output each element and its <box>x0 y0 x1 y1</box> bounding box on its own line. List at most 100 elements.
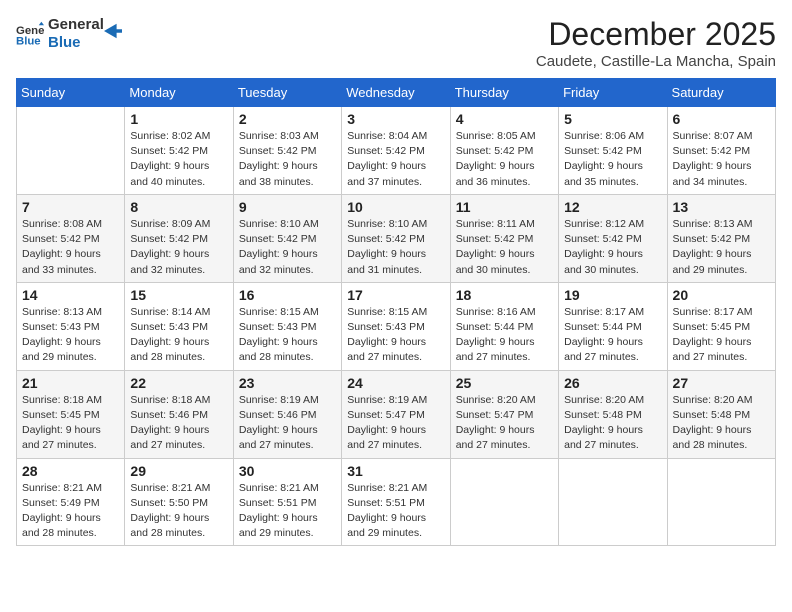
calendar-week-row: 28Sunrise: 8:21 AM Sunset: 5:49 PM Dayli… <box>17 458 776 546</box>
calendar-cell: 31 Sunrise: 8:21 AM Sunset: 5:51 PM Dayli… <box>342 458 450 546</box>
calendar-cell: 3Sunrise: 8:04 AM Sunset: 5:42 PM Daylig… <box>342 107 450 195</box>
calendar-cell: 10Sunrise: 8:10 AM Sunset: 5:42 PM Dayli… <box>342 194 450 282</box>
day-number: 30 <box>239 463 336 479</box>
calendar-cell: 17Sunrise: 8:15 AM Sunset: 5:43 PM Dayli… <box>342 282 450 370</box>
calendar-cell: 7 Sunrise: 8:08 AM Sunset: 5:42 PM Daylig… <box>17 194 125 282</box>
day-info: Sunrise: 8:03 AM Sunset: 5:42 PM Dayligh… <box>239 129 336 190</box>
day-info: Sunrise: 8:06 AM Sunset: 5:42 PM Dayligh… <box>564 129 661 190</box>
day-number: 24 <box>347 375 444 391</box>
location-title: Caudete, Castille-La Mancha, Spain <box>536 53 776 70</box>
day-number: 25 <box>456 375 553 391</box>
day-number: 29 <box>130 463 227 479</box>
title-area: December 2025 Caudete, Castille-La Manch… <box>536 16 776 70</box>
col-header-sunday: Sunday <box>17 79 125 107</box>
day-info: Sunrise: 8:21 AM Sunset: 5:51 PM Dayligh… <box>239 481 336 542</box>
day-number: 22 <box>130 375 227 391</box>
calendar-cell: 15 Sunrise: 8:14 AM Sunset: 5:43 PM Dayli… <box>125 282 233 370</box>
col-header-thursday: Thursday <box>450 79 558 107</box>
calendar-cell: 6Sunrise: 8:07 AM Sunset: 5:42 PM Daylig… <box>667 107 775 195</box>
calendar-cell: 19 Sunrise: 8:17 AM Sunset: 5:44 PM Dayli… <box>559 282 667 370</box>
calendar-cell: 4 Sunrise: 8:05 AM Sunset: 5:42 PM Daylig… <box>450 107 558 195</box>
day-number: 9 <box>239 199 336 215</box>
day-info: Sunrise: 8:19 AM Sunset: 5:47 PM Dayligh… <box>347 393 444 454</box>
calendar-cell: 5Sunrise: 8:06 AM Sunset: 5:42 PM Daylig… <box>559 107 667 195</box>
calendar-week-row: 21 Sunrise: 8:18 AM Sunset: 5:45 PM Dayli… <box>17 370 776 458</box>
day-number: 16 <box>239 287 336 303</box>
calendar-cell: 8 Sunrise: 8:09 AM Sunset: 5:42 PM Daylig… <box>125 194 233 282</box>
day-number: 4 <box>456 111 553 127</box>
calendar-cell: 13Sunrise: 8:13 AM Sunset: 5:42 PM Dayli… <box>667 194 775 282</box>
calendar-cell: 25Sunrise: 8:20 AM Sunset: 5:47 PM Dayli… <box>450 370 558 458</box>
day-number: 15 <box>130 287 227 303</box>
day-info: Sunrise: 8:08 AM Sunset: 5:42 PM Dayligh… <box>22 217 119 278</box>
day-number: 8 <box>130 199 227 215</box>
day-info: Sunrise: 8:20 AM Sunset: 5:48 PM Dayligh… <box>673 393 770 454</box>
calendar-cell: 18 Sunrise: 8:16 AM Sunset: 5:44 PM Dayli… <box>450 282 558 370</box>
calendar-cell: 11Sunrise: 8:11 AM Sunset: 5:42 PM Dayli… <box>450 194 558 282</box>
day-number: 18 <box>456 287 553 303</box>
day-number: 7 <box>22 199 119 215</box>
day-info: Sunrise: 8:20 AM Sunset: 5:48 PM Dayligh… <box>564 393 661 454</box>
calendar-cell: 23Sunrise: 8:19 AM Sunset: 5:46 PM Dayli… <box>233 370 341 458</box>
day-info: Sunrise: 8:02 AM Sunset: 5:42 PM Dayligh… <box>130 129 227 190</box>
calendar-cell: 16 Sunrise: 8:15 AM Sunset: 5:43 PM Dayli… <box>233 282 341 370</box>
logo-arrow-icon <box>104 22 122 40</box>
day-info: Sunrise: 8:05 AM Sunset: 5:42 PM Dayligh… <box>456 129 553 190</box>
svg-text:Blue: Blue <box>16 36 41 48</box>
day-number: 17 <box>347 287 444 303</box>
calendar-table: SundayMondayTuesdayWednesdayThursdayFrid… <box>16 78 776 546</box>
calendar-cell: 22 Sunrise: 8:18 AM Sunset: 5:46 PM Dayli… <box>125 370 233 458</box>
calendar-cell: 20Sunrise: 8:17 AM Sunset: 5:45 PM Dayli… <box>667 282 775 370</box>
day-info: Sunrise: 8:21 AM Sunset: 5:50 PM Dayligh… <box>130 481 227 542</box>
day-info: Sunrise: 8:16 AM Sunset: 5:44 PM Dayligh… <box>456 305 553 366</box>
day-number: 26 <box>564 375 661 391</box>
calendar-week-row: 1 Sunrise: 8:02 AM Sunset: 5:42 PM Daylig… <box>17 107 776 195</box>
calendar-week-row: 14 Sunrise: 8:13 AM Sunset: 5:43 PM Dayli… <box>17 282 776 370</box>
col-header-saturday: Saturday <box>667 79 775 107</box>
day-number: 31 <box>347 463 444 479</box>
day-number: 21 <box>22 375 119 391</box>
calendar-cell: 29 Sunrise: 8:21 AM Sunset: 5:50 PM Dayli… <box>125 458 233 546</box>
day-number: 12 <box>564 199 661 215</box>
day-number: 6 <box>673 111 770 127</box>
day-number: 1 <box>130 111 227 127</box>
calendar-cell: 1 Sunrise: 8:02 AM Sunset: 5:42 PM Daylig… <box>125 107 233 195</box>
day-info: Sunrise: 8:17 AM Sunset: 5:45 PM Dayligh… <box>673 305 770 366</box>
day-info: Sunrise: 8:21 AM Sunset: 5:51 PM Dayligh… <box>347 481 444 542</box>
day-info: Sunrise: 8:10 AM Sunset: 5:42 PM Dayligh… <box>239 217 336 278</box>
calendar-cell: 30 Sunrise: 8:21 AM Sunset: 5:51 PM Dayli… <box>233 458 341 546</box>
day-info: Sunrise: 8:14 AM Sunset: 5:43 PM Dayligh… <box>130 305 227 366</box>
day-number: 2 <box>239 111 336 127</box>
day-info: Sunrise: 8:19 AM Sunset: 5:46 PM Dayligh… <box>239 393 336 454</box>
day-info: Sunrise: 8:15 AM Sunset: 5:43 PM Dayligh… <box>239 305 336 366</box>
day-info: Sunrise: 8:12 AM Sunset: 5:42 PM Dayligh… <box>564 217 661 278</box>
calendar-week-row: 7 Sunrise: 8:08 AM Sunset: 5:42 PM Daylig… <box>17 194 776 282</box>
calendar-cell: 24 Sunrise: 8:19 AM Sunset: 5:47 PM Dayli… <box>342 370 450 458</box>
col-header-wednesday: Wednesday <box>342 79 450 107</box>
day-info: Sunrise: 8:13 AM Sunset: 5:43 PM Dayligh… <box>22 305 119 366</box>
day-info: Sunrise: 8:13 AM Sunset: 5:42 PM Dayligh… <box>673 217 770 278</box>
day-info: Sunrise: 8:17 AM Sunset: 5:44 PM Dayligh… <box>564 305 661 366</box>
calendar-cell: 26 Sunrise: 8:20 AM Sunset: 5:48 PM Dayli… <box>559 370 667 458</box>
logo-general: General <box>48 16 104 34</box>
calendar-header-row: SundayMondayTuesdayWednesdayThursdayFrid… <box>17 79 776 107</box>
calendar-cell: 14 Sunrise: 8:13 AM Sunset: 5:43 PM Dayli… <box>17 282 125 370</box>
day-info: Sunrise: 8:18 AM Sunset: 5:46 PM Dayligh… <box>130 393 227 454</box>
day-info: Sunrise: 8:09 AM Sunset: 5:42 PM Dayligh… <box>130 217 227 278</box>
calendar-cell: 9 Sunrise: 8:10 AM Sunset: 5:42 PM Daylig… <box>233 194 341 282</box>
calendar-cell: 27Sunrise: 8:20 AM Sunset: 5:48 PM Dayli… <box>667 370 775 458</box>
day-number: 10 <box>347 199 444 215</box>
calendar-cell: 12 Sunrise: 8:12 AM Sunset: 5:42 PM Dayli… <box>559 194 667 282</box>
calendar-cell: 21 Sunrise: 8:18 AM Sunset: 5:45 PM Dayli… <box>17 370 125 458</box>
calendar-cell: 2 Sunrise: 8:03 AM Sunset: 5:42 PM Daylig… <box>233 107 341 195</box>
day-info: Sunrise: 8:18 AM Sunset: 5:45 PM Dayligh… <box>22 393 119 454</box>
day-number: 14 <box>22 287 119 303</box>
calendar-cell <box>559 458 667 546</box>
day-info: Sunrise: 8:21 AM Sunset: 5:49 PM Dayligh… <box>22 481 119 542</box>
calendar-cell <box>450 458 558 546</box>
col-header-friday: Friday <box>559 79 667 107</box>
day-number: 19 <box>564 287 661 303</box>
calendar-cell <box>667 458 775 546</box>
calendar-cell <box>17 107 125 195</box>
header: General Blue General Blue December 2025 … <box>16 16 776 70</box>
